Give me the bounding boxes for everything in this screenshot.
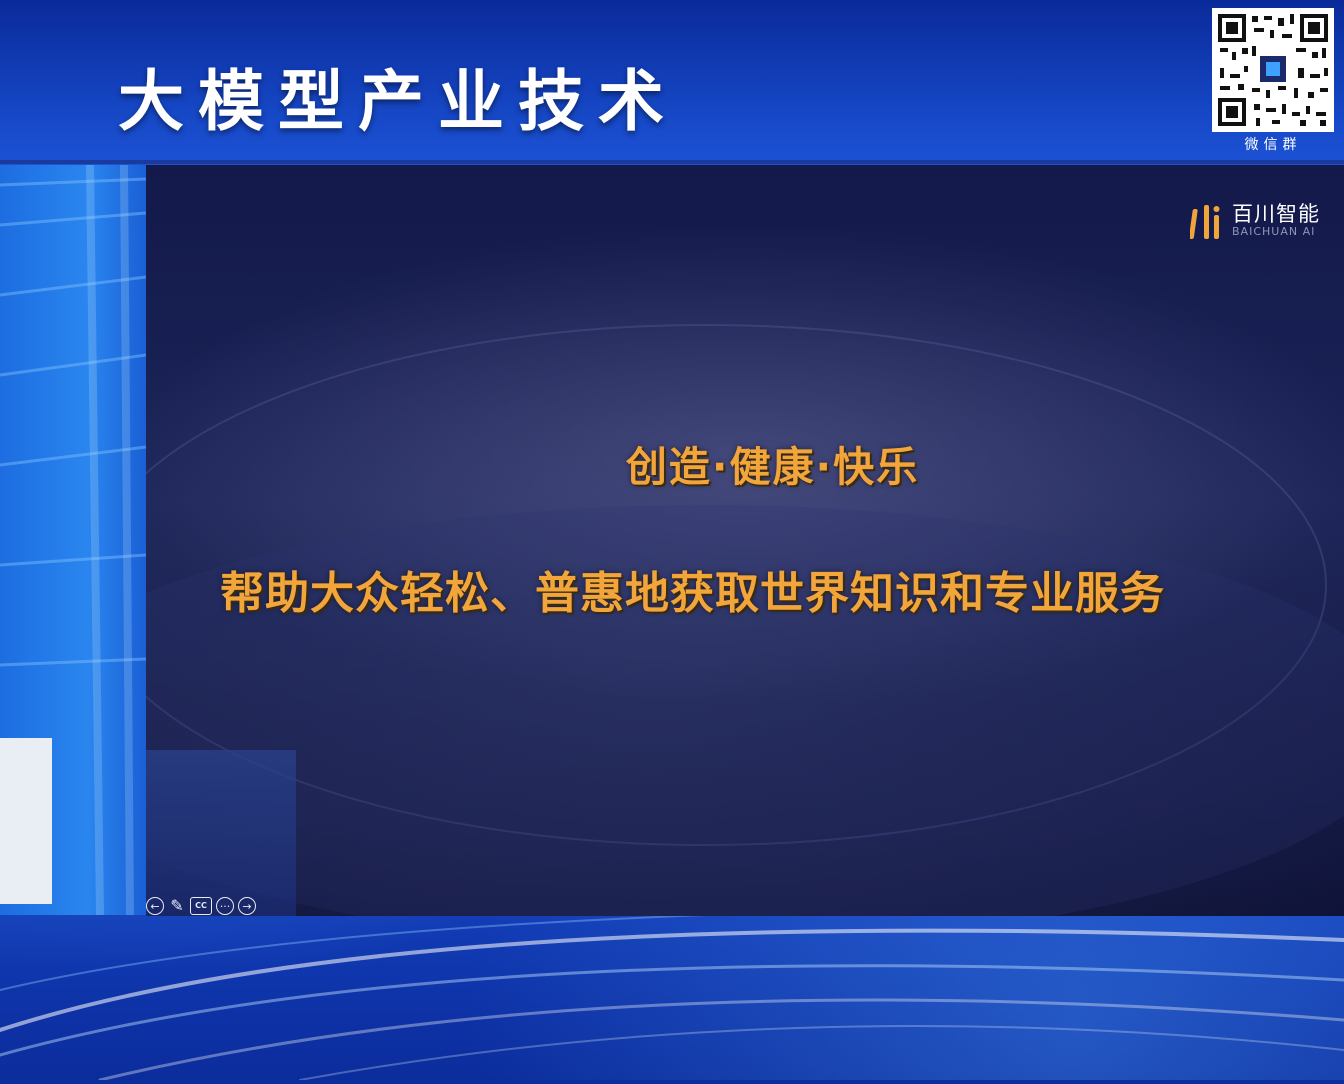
slide-player-controls: ← ✎ CC ··· → [146,896,256,916]
brand-name-en: BAICHUAN AI [1232,225,1316,238]
baichuan-logo-icon [1190,205,1220,239]
pen-tool-button[interactable]: ✎ [168,897,186,915]
next-slide-button[interactable]: → [238,897,256,915]
qr-label: 微信群 [1244,137,1302,153]
slide-left-shade [146,750,296,916]
slogan-line-1: 创造·健康·快乐 [625,443,920,491]
globe-decoration [146,324,1344,916]
captions-button[interactable]: CC [190,897,212,915]
slogan-line-2: 帮助大众轻松、普惠地获取世界知识和专业服务 [220,568,1165,619]
wechat-qr-code [1212,8,1334,132]
more-options-button[interactable]: ··· [216,897,234,915]
brand-logo: 百川智能 BAICHUAN AI [1190,201,1320,241]
brand-name-cn: 百川智能 [1232,202,1320,226]
previous-slide-button[interactable]: ← [146,897,164,915]
presentation-slide: 百川智能 BAICHUAN AI 创造·健康·快乐 帮助大众轻松、普惠地获取世界… [146,165,1344,916]
header-divider [0,160,1344,164]
page-title: 大模型产业技术 [118,63,678,140]
